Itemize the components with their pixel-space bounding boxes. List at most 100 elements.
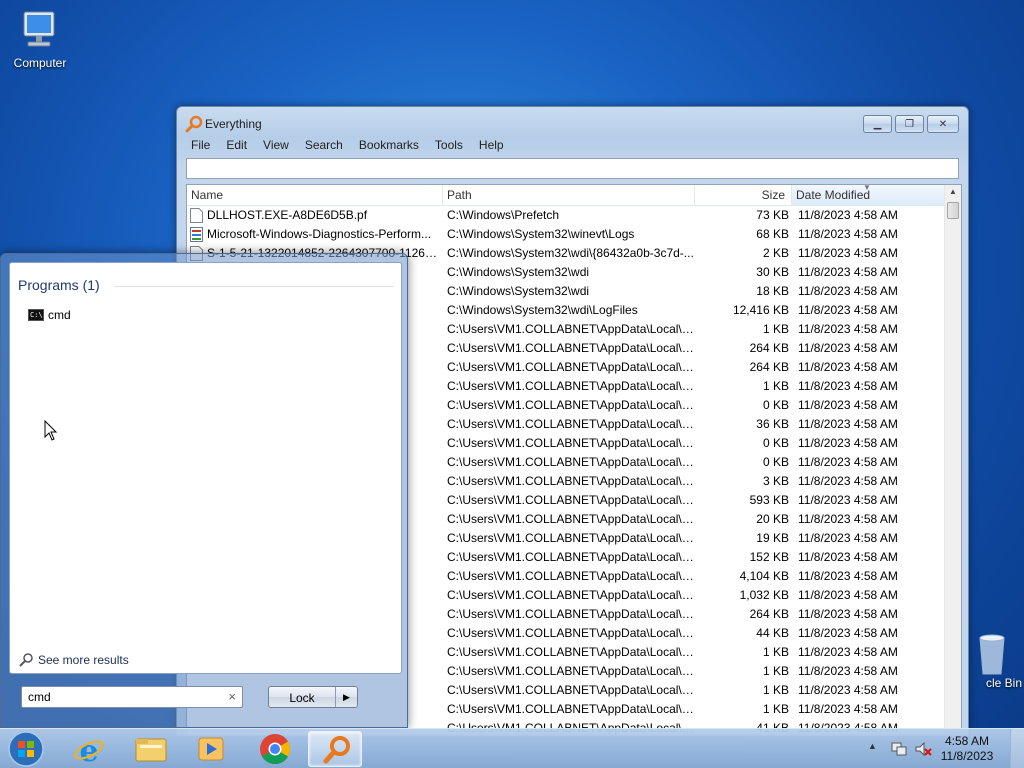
cell-path: C:\Windows\System32\wdi xyxy=(447,284,590,298)
shutdown-options-arrow-icon[interactable]: ▶ xyxy=(335,687,357,707)
see-more-results-link[interactable]: See more results xyxy=(18,652,129,668)
cell-size: 4,104 KB xyxy=(739,569,789,583)
column-size[interactable]: Size xyxy=(695,185,792,206)
windows-logo-icon xyxy=(8,731,44,767)
cell-size: 0 KB xyxy=(762,455,789,469)
taskbar-media-player[interactable] xyxy=(184,731,238,767)
cell-date: 11/8/2023 4:58 AM xyxy=(798,588,898,602)
menu-view[interactable]: View xyxy=(255,137,297,155)
show-hidden-icons-button[interactable]: ▲ xyxy=(868,741,877,751)
cell-date: 11/8/2023 4:58 AM xyxy=(798,246,898,260)
close-button[interactable]: ✕ xyxy=(927,115,959,133)
cell-date: 11/8/2023 4:58 AM xyxy=(798,379,898,393)
scroll-up-icon[interactable]: ▲ xyxy=(949,187,957,196)
cell-date: 11/8/2023 4:58 AM xyxy=(798,208,898,222)
cell-date: 11/8/2023 4:58 AM xyxy=(798,512,898,526)
title-bar[interactable]: Everything ▁ ❐ ✕ xyxy=(177,107,968,137)
menu-edit[interactable]: Edit xyxy=(218,137,255,155)
cell-path: C:\Users\VM1.COLLABNET\AppData\Local\G..… xyxy=(447,626,697,640)
cell-date: 11/8/2023 4:58 AM xyxy=(798,569,898,583)
network-icon[interactable] xyxy=(890,740,908,761)
cell-size: 0 KB xyxy=(762,398,789,412)
log-file-icon xyxy=(190,227,203,242)
cell-size: 20 KB xyxy=(756,512,789,526)
search-results-panel: Programs (1) C:\ cmd See more results xyxy=(9,262,402,674)
show-desktop-button[interactable] xyxy=(1010,729,1024,768)
start-menu: Programs (1) C:\ cmd See more results cm… xyxy=(0,253,408,728)
clock-date: 11/8/2023 xyxy=(940,749,994,763)
explorer-icon xyxy=(135,738,167,762)
cell-size: 0 KB xyxy=(762,436,789,450)
cell-path: C:\Windows\Prefetch xyxy=(447,208,560,222)
menu-tools[interactable]: Tools xyxy=(427,137,471,155)
cell-path: C:\Users\VM1.COLLABNET\AppData\Local\G..… xyxy=(447,512,697,526)
desktop-icon-computer[interactable]: Computer xyxy=(2,8,78,70)
cmd-icon: C:\ xyxy=(28,309,44,321)
cell-size: 264 KB xyxy=(749,607,789,621)
cell-size: 1 KB xyxy=(762,683,789,697)
cell-date: 11/8/2023 4:58 AM xyxy=(798,360,898,374)
cell-path: C:\Windows\System32\wdi\{86432a0b-3c7d-.… xyxy=(447,246,694,260)
close-icon: ✕ xyxy=(938,118,948,130)
taskbar-everything[interactable] xyxy=(308,731,362,767)
cell-path: C:\Windows\System32\wdi\LogFiles xyxy=(447,303,638,317)
lock-button[interactable]: Lock ▶ xyxy=(268,686,358,708)
media-player-icon xyxy=(198,737,224,761)
menu-help[interactable]: Help xyxy=(471,137,512,155)
start-button[interactable] xyxy=(6,730,46,768)
cell-date: 11/8/2023 4:58 AM xyxy=(798,474,898,488)
cell-date: 11/8/2023 4:58 AM xyxy=(798,322,898,336)
cell-size: 1 KB xyxy=(762,645,789,659)
lock-label: Lock xyxy=(289,691,315,705)
search-input[interactable] xyxy=(186,158,959,179)
taskbar-chrome[interactable] xyxy=(248,731,302,767)
see-more-results-label: See more results xyxy=(38,653,129,667)
cell-path: C:\Users\VM1.COLLABNET\AppData\Local\G..… xyxy=(447,474,697,488)
cell-size: 2 KB xyxy=(762,246,789,260)
cell-size: 1,032 KB xyxy=(739,588,789,602)
divider xyxy=(114,286,394,287)
cell-name: Microsoft-Windows-Diagnostics-Perform... xyxy=(207,227,432,241)
cell-path: C:\Users\VM1.COLLABNET\AppData\Local\G..… xyxy=(447,569,697,583)
restore-button[interactable]: ❐ xyxy=(895,115,924,133)
cell-path: C:\Users\VM1.COLLABNET\AppData\Local\G..… xyxy=(447,702,697,716)
table-row[interactable]: Microsoft-Windows-Diagnostics-Perform...… xyxy=(187,225,945,244)
taskbar-internet-explorer[interactable]: e xyxy=(62,731,116,768)
taskbar-windows-explorer[interactable] xyxy=(124,731,178,767)
ie-icon: e xyxy=(74,734,104,768)
cell-date: 11/8/2023 4:58 AM xyxy=(798,493,898,507)
cell-path: C:\Users\VM1.COLLABNET\AppData\Local\G..… xyxy=(447,360,697,374)
file-icon xyxy=(190,208,203,223)
menu-search[interactable]: Search xyxy=(297,137,351,155)
desktop-icon-recycle-bin[interactable]: cle Bin xyxy=(962,630,1022,690)
cell-date: 11/8/2023 4:58 AM xyxy=(798,626,898,640)
cell-size: 3 KB xyxy=(762,474,789,488)
result-cmd-label: cmd xyxy=(48,308,71,322)
menu-file[interactable]: File xyxy=(183,137,218,155)
cell-size: 152 KB xyxy=(749,550,789,564)
cell-date: 11/8/2023 4:58 AM xyxy=(798,531,898,545)
menu-bar: File Edit View Search Bookmarks Tools He… xyxy=(183,137,512,155)
scroll-thumb[interactable] xyxy=(947,202,959,219)
column-path[interactable]: Path xyxy=(443,185,695,206)
system-clock[interactable]: 4:58 AM 11/8/2023 xyxy=(932,734,1002,764)
cell-date: 11/8/2023 4:58 AM xyxy=(798,664,898,678)
menu-bookmarks[interactable]: Bookmarks xyxy=(351,137,427,155)
cell-size: 1 KB xyxy=(762,702,789,716)
column-name[interactable]: Name xyxy=(187,185,443,206)
cell-path: C:\Users\VM1.COLLABNET\AppData\Local\G..… xyxy=(447,683,697,697)
cell-path: C:\Users\VM1.COLLABNET\AppData\Local\G..… xyxy=(447,664,697,678)
column-header: Name Path Size Date Modified ▼ xyxy=(187,185,945,206)
clock-time: 4:58 AM xyxy=(944,734,990,748)
programs-heading: Programs (1) xyxy=(18,277,100,293)
vertical-scrollbar[interactable]: ▲ xyxy=(944,185,961,735)
start-search-input[interactable]: cmd × xyxy=(21,686,243,708)
volume-muted-icon[interactable] xyxy=(914,740,932,761)
clear-search-icon[interactable]: × xyxy=(228,689,236,704)
minimize-button[interactable]: ▁ xyxy=(863,115,892,133)
cell-date: 11/8/2023 4:58 AM xyxy=(798,284,898,298)
cell-size: 73 KB xyxy=(756,208,789,222)
table-row[interactable]: DLLHOST.EXE-A8DE6D5B.pf C:\Windows\Prefet… xyxy=(187,206,945,225)
cell-size: 1 KB xyxy=(762,379,789,393)
result-cmd[interactable]: C:\ cmd xyxy=(28,305,71,325)
